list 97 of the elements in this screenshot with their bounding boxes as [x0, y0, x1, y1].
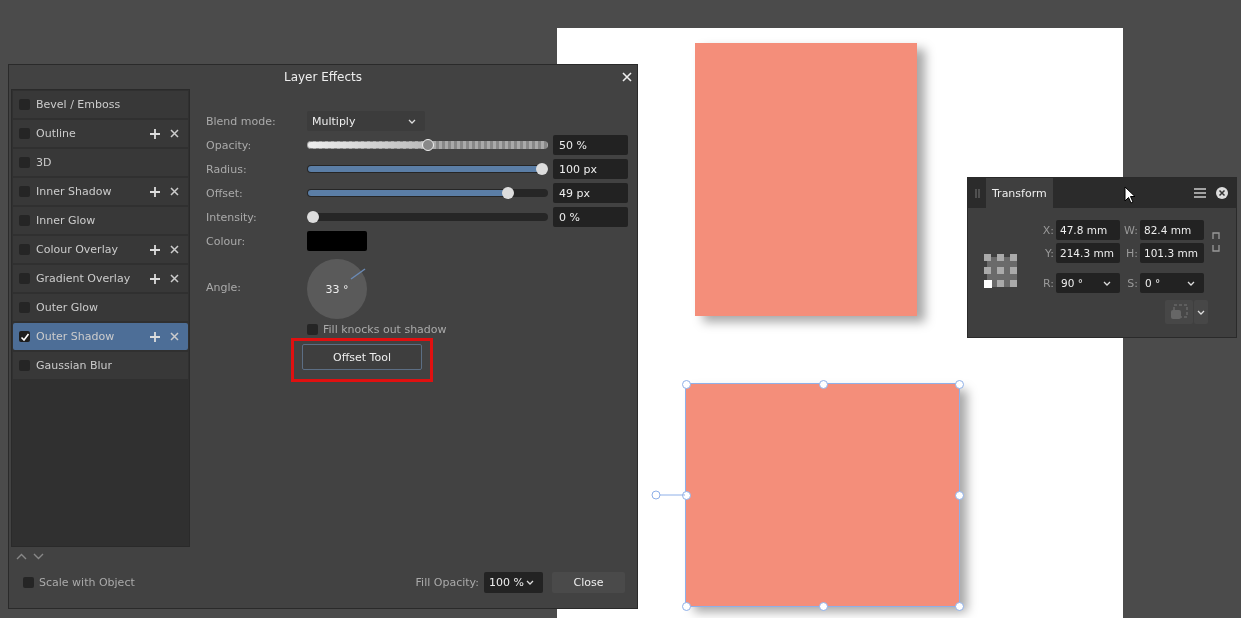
slider-thumb[interactable]	[536, 163, 548, 175]
field-label: Angle:	[206, 280, 242, 294]
effect-label: Colour Overlay	[36, 243, 119, 256]
fill-opacity-dropdown[interactable]: 100 %	[484, 571, 543, 593]
effect-label: Outer Shadow	[36, 330, 116, 343]
effect-item[interactable]: Inner Glow	[13, 207, 188, 234]
chevron-button[interactable]	[1194, 300, 1208, 324]
slider-track[interactable]	[307, 213, 548, 221]
checkbox[interactable]	[307, 324, 318, 335]
field-label: Y:	[1044, 246, 1054, 260]
slider-thumb[interactable]	[421, 139, 434, 151]
geometry-button[interactable]	[1165, 300, 1193, 324]
down-arrow-icon[interactable]	[33, 553, 44, 561]
effect-item[interactable]: Outline	[13, 120, 188, 147]
plus-icon[interactable]	[149, 186, 160, 197]
angle-dial[interactable]: 33 °	[307, 259, 367, 319]
chevron-icon	[1196, 308, 1206, 316]
effect-checkbox[interactable]	[19, 331, 30, 342]
close-icon[interactable]	[1216, 187, 1228, 199]
panel-tab[interactable]: Transform	[986, 178, 1053, 208]
selection-handle[interactable]	[955, 602, 964, 611]
effect-item[interactable]: Gradient Overlay	[13, 265, 188, 292]
chevron-icon	[1102, 279, 1112, 287]
field-label: H:	[1125, 246, 1138, 260]
anchor-grid-icon	[984, 254, 1018, 288]
plus-icon[interactable]	[149, 128, 160, 139]
effect-item[interactable]: Outer Glow	[13, 294, 188, 321]
field-label: Radius:	[206, 162, 248, 176]
field-label: R:	[1042, 276, 1054, 290]
plus-icon[interactable]	[149, 244, 160, 255]
effect-label: 3D	[36, 156, 53, 169]
value-dropdown[interactable]: 0 °	[1140, 273, 1204, 293]
dialog-title: Layer Effects	[283, 70, 363, 84]
blend-mode-dropdown[interactable]: Multiply	[307, 111, 425, 131]
close-button[interactable]: Close	[552, 571, 625, 593]
field-label: Opacity:	[206, 138, 253, 152]
drag-grip-icon	[975, 188, 980, 198]
slider-track[interactable]	[307, 141, 548, 149]
chevron-icon	[1186, 279, 1196, 287]
link-icon	[1212, 231, 1220, 253]
field-label: Intensity:	[206, 210, 258, 224]
checkbox-label: Fill knocks out shadow	[323, 323, 447, 336]
effect-item[interactable]: Colour Overlay	[13, 236, 188, 263]
effect-label: Outer Glow	[36, 301, 100, 314]
value-field[interactable]: 100 px	[553, 159, 628, 179]
value-field[interactable]: 214.3 mm	[1056, 243, 1120, 263]
effect-item[interactable]: Gaussian Blur	[13, 352, 188, 379]
field-label: S:	[1126, 276, 1138, 290]
effect-label: Bevel / Emboss	[36, 98, 122, 111]
chevron-icon	[525, 578, 535, 586]
close-icon[interactable]	[169, 186, 180, 197]
selection-handle[interactable]	[818, 380, 828, 389]
value-field[interactable]: 0 %	[553, 207, 628, 227]
effect-item[interactable]: Inner Shadow	[13, 178, 188, 205]
slider-track[interactable]	[307, 189, 548, 197]
rotation-handle	[651, 490, 685, 500]
field-label: Offset:	[206, 186, 244, 200]
close-icon[interactable]	[169, 273, 180, 284]
slider-thumb[interactable]	[501, 187, 514, 199]
selection-handle[interactable]	[955, 380, 964, 389]
effect-item[interactable]: 3D	[13, 149, 188, 176]
checkbox[interactable]	[23, 576, 34, 588]
effect-label: Gaussian Blur	[36, 359, 114, 372]
field-label: Colour:	[206, 234, 247, 248]
up-arrow-icon[interactable]	[16, 553, 27, 561]
value-field[interactable]: 82.4 mm	[1140, 220, 1204, 240]
plus-icon[interactable]	[149, 273, 160, 284]
slider-track[interactable]	[307, 165, 548, 173]
effect-item[interactable]: Bevel / Emboss	[13, 91, 188, 118]
selection-handle[interactable]	[818, 602, 828, 611]
value-field[interactable]: 50 %	[553, 135, 628, 155]
close-icon[interactable]	[169, 244, 180, 255]
field-label: W:	[1123, 223, 1138, 237]
value-field[interactable]: 49 px	[553, 183, 628, 203]
field-label: Blend mode:	[206, 114, 277, 128]
chevron-icon	[407, 117, 417, 125]
effect-label: Gradient Overlay	[36, 272, 132, 285]
selection-handle[interactable]	[682, 602, 691, 611]
plus-icon[interactable]	[149, 331, 160, 342]
slider-thumb[interactable]	[307, 211, 319, 223]
effect-label: Inner Glow	[36, 214, 97, 227]
close-icon[interactable]	[169, 128, 180, 139]
selection-handle[interactable]	[682, 491, 691, 500]
value-field[interactable]: 47.8 mm	[1056, 220, 1120, 240]
value-field[interactable]: 101.3 mm	[1140, 243, 1204, 263]
checkbox-label: Scale with Object	[39, 575, 135, 589]
selection-handle[interactable]	[955, 491, 964, 500]
mouse-pointer-icon	[1124, 186, 1136, 204]
offset-tool-button[interactable]: Offset Tool	[302, 344, 422, 370]
menu-icon[interactable]	[1194, 187, 1206, 199]
field-label: Fill Opacity:	[415, 575, 479, 589]
value-dropdown[interactable]: 90 °	[1056, 273, 1120, 293]
colour-swatch[interactable]	[307, 231, 367, 251]
effect-label: Outline	[36, 127, 77, 140]
field-label: X:	[1041, 223, 1054, 237]
effect-label: Inner Shadow	[36, 185, 113, 198]
selection-handle[interactable]	[682, 380, 691, 389]
